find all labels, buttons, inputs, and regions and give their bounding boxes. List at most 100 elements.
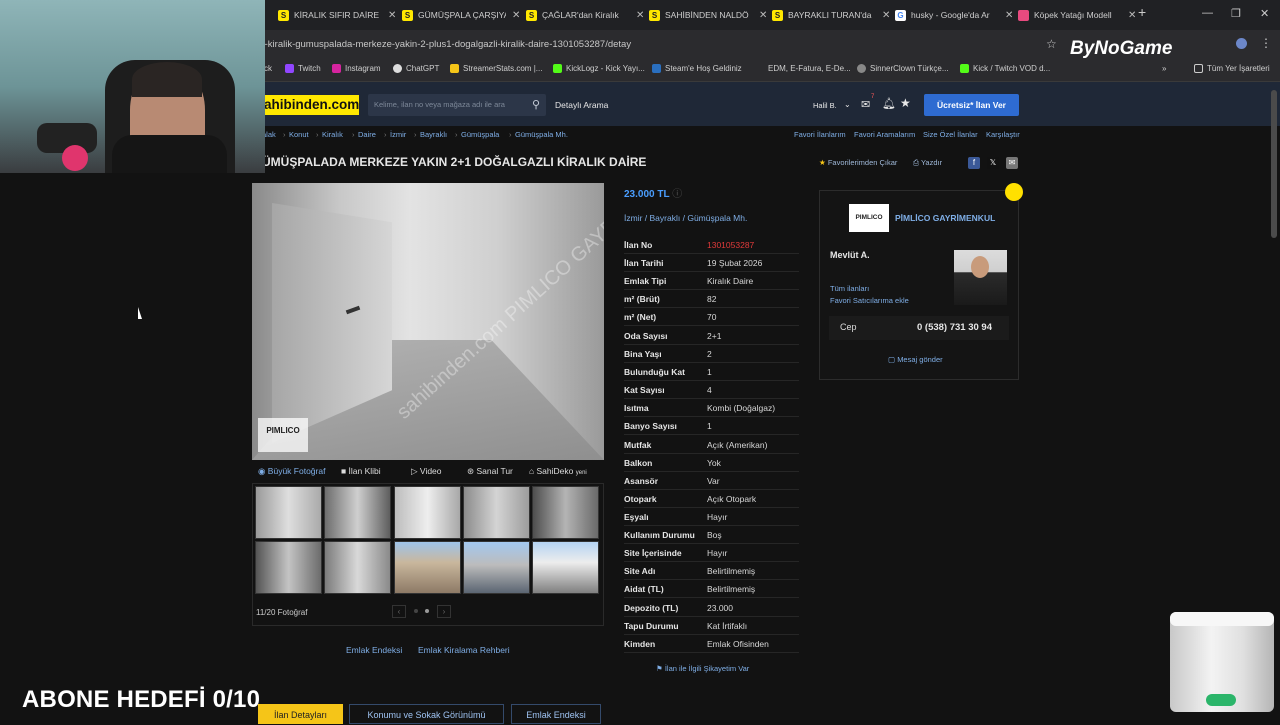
breadcrumb-item[interactable]: Konut [289, 130, 309, 139]
agency-name[interactable]: PİMLİCO GAYRİMENKUL [895, 213, 995, 223]
search-icon[interactable]: ⚲ [532, 94, 540, 116]
new-tab-button[interactable]: + [1138, 4, 1146, 20]
compare-link[interactable]: Karşılaştır [986, 130, 1020, 139]
more-bookmarks-icon[interactable]: » [1162, 64, 1166, 73]
tab-location-street-view[interactable]: Konumu ve Sokak Görünümü [349, 704, 504, 724]
close-icon[interactable]: ✕ [512, 10, 520, 21]
tab-virtual-tour[interactable]: ⊛ Sanal Tur [467, 466, 513, 477]
main-photo[interactable]: sahibinden.com PIMLICO GAYRIMENKUL PIMLI… [252, 183, 604, 460]
close-icon[interactable]: ✕ [759, 10, 767, 21]
star-icon[interactable]: ☆ [1046, 37, 1057, 51]
bookmark[interactable]: KickLogz - Kick Yayı... [553, 64, 645, 73]
complaint-link[interactable]: ⚑ İlan ile İlgili Şikayetim Var [656, 664, 749, 673]
bookmark[interactable]: Steam'e Hoş Geldiniz [652, 64, 742, 73]
chevron-down-icon[interactable]: ⌄ [844, 100, 851, 109]
thumbnail[interactable] [532, 486, 599, 539]
bookmark[interactable]: Instagram [332, 64, 381, 73]
bell-icon[interactable]: 🔔︎ [882, 97, 896, 110]
remove-favorite-link[interactable]: ★ Favorilerimden Çıkar [819, 158, 897, 167]
special-listings-link[interactable]: Size Özel İlanlar [923, 130, 978, 139]
browser-tab[interactable]: S SAHİBİNDEN NALDÖ ✕ [649, 4, 767, 26]
close-icon[interactable]: ✕ [1005, 10, 1013, 21]
breadcrumb-item[interactable]: Gümüşpala [461, 130, 499, 139]
send-message-link[interactable]: ▢ Mesaj gönder [888, 355, 943, 364]
x-icon[interactable]: 𝕏 [987, 157, 999, 169]
facebook-icon[interactable]: f [968, 157, 980, 169]
thumbnail[interactable] [255, 486, 322, 539]
page-dot[interactable] [425, 609, 429, 613]
video-camera-icon: ■ [341, 466, 347, 476]
thumbnail[interactable] [463, 541, 530, 594]
breadcrumb-item[interactable]: İzmir [390, 130, 406, 139]
bookmark[interactable]: Twitch [285, 64, 321, 73]
thumbnail[interactable] [255, 541, 322, 594]
breadcrumb-item[interactable]: Gümüşpala Mh. [515, 130, 568, 139]
close-icon[interactable]: ✕ [1128, 10, 1136, 21]
bookmark[interactable]: StreamerStats.com |... [450, 64, 542, 73]
breadcrumb-item[interactable]: Daire [358, 130, 376, 139]
scrollbar[interactable] [1271, 90, 1277, 238]
next-page-icon[interactable]: › [437, 605, 451, 618]
detail-value: Belirtilmemiş [707, 584, 756, 594]
tab-listing-clip[interactable]: ■ İlan Klibi [341, 466, 381, 476]
rental-guide-link[interactable]: Emlak Kiralama Rehberi [418, 645, 510, 655]
minimize-icon[interactable]: — [1202, 7, 1213, 19]
detail-row: İlan Tarihi 19 Şubat 2026 [624, 254, 799, 272]
browser-tab[interactable]: S ÇAĞLAR'dan Kiralık ✕ [526, 4, 644, 26]
close-icon[interactable]: ✕ [636, 10, 644, 21]
browser-tab[interactable]: S GÜMÜŞPALA ÇARŞIYA ✕ [402, 4, 520, 26]
bookmark[interactable]: ChatGPT [393, 64, 439, 73]
tab-real-estate-index[interactable]: Emlak Endeksi [511, 704, 601, 724]
close-icon[interactable]: ✕ [882, 10, 890, 21]
breadcrumb-item[interactable]: Kiralık [322, 130, 343, 139]
bookmark[interactable]: SinnerClown Türkçe... [857, 64, 949, 73]
detailed-search-link[interactable]: Detaylı Arama [555, 100, 608, 110]
thumbnail[interactable] [394, 541, 461, 594]
page-dot[interactable] [414, 609, 418, 613]
tab-listing-details[interactable]: İlan Detayları [258, 704, 343, 724]
profile-icon[interactable] [1236, 38, 1247, 49]
tab-large-photo[interactable]: ◉ Büyük Fotoğraf [258, 466, 325, 477]
thumbnail[interactable] [324, 541, 391, 594]
user-menu[interactable]: Halil B. [813, 101, 837, 110]
detail-value: 2 [707, 349, 712, 359]
browser-tab[interactable]: S KİRALIK SIFIR DAİRE ✕ [278, 4, 396, 26]
bookmark[interactable]: Kick / Twitch VOD d... [960, 64, 1050, 73]
email-share-icon[interactable]: ✉ [1006, 157, 1018, 169]
url-text[interactable]: t-kiralik-gumuspalada-merkeze-yakin-2-pl… [262, 39, 631, 50]
close-icon[interactable]: ✕ [388, 10, 396, 21]
star-icon[interactable]: ★ [900, 96, 911, 110]
breadcrumb-item[interactable]: Bayraklı [420, 130, 447, 139]
tab-video[interactable]: ▷ Video [411, 466, 442, 477]
browser-tab[interactable]: S BAYRAKLI TURAN'da ✕ [772, 4, 890, 26]
favorite-searches-link[interactable]: Favori Aramalarım [854, 130, 915, 139]
bookmark-folder[interactable]: Tüm Yer İşaretleri [1194, 64, 1270, 73]
thumbnail[interactable] [324, 486, 391, 539]
agency-logo[interactable]: PIMLICO [849, 204, 889, 232]
site-logo[interactable]: ahibinden.com [262, 95, 359, 115]
bookmark[interactable]: EDM, E-Fatura, E-De... [768, 64, 851, 73]
thumbnail[interactable] [463, 486, 530, 539]
maximize-icon[interactable]: ❐ [1231, 7, 1241, 20]
print-link[interactable]: ⎙ Yazdır [913, 158, 942, 168]
mail-icon[interactable]: ✉ [861, 98, 870, 111]
search-input[interactable]: Kelime, ilan no veya mağaza adı ile ara ⚲ [368, 94, 546, 116]
phone-number[interactable]: 0 (538) 731 30 94 [917, 322, 992, 333]
browser-tab[interactable]: Ghusky - Google'da Ar ✕ [895, 4, 1013, 26]
all-listings-link[interactable]: Tüm ilanları [830, 284, 869, 293]
post-listing-button[interactable]: Ücretsiz* İlan Ver [924, 94, 1019, 116]
favorite-listings-link[interactable]: Favori İlanlarım [794, 130, 846, 139]
close-window-icon[interactable]: ✕ [1260, 7, 1269, 20]
tab-sahideko[interactable]: ⌂ SahiDeko yeni [529, 466, 587, 476]
prev-page-icon[interactable]: ‹ [392, 605, 406, 618]
location-city[interactable]: İzmir [624, 213, 642, 223]
menu-icon[interactable]: ⋮ [1260, 36, 1272, 50]
real-estate-index-link[interactable]: Emlak Endeksi [346, 645, 402, 655]
add-favorite-seller-link[interactable]: Favori Satıcılarıma ekle [830, 296, 909, 305]
browser-tab[interactable]: Köpek Yatağı Modell ✕ [1018, 4, 1136, 26]
location-district[interactable]: Bayraklı [650, 213, 681, 223]
bookmark[interactable]: ck [264, 64, 272, 73]
location-neighborhood[interactable]: Gümüşpala Mh. [687, 213, 747, 223]
thumbnail[interactable] [532, 541, 599, 594]
thumbnail[interactable] [394, 486, 461, 539]
